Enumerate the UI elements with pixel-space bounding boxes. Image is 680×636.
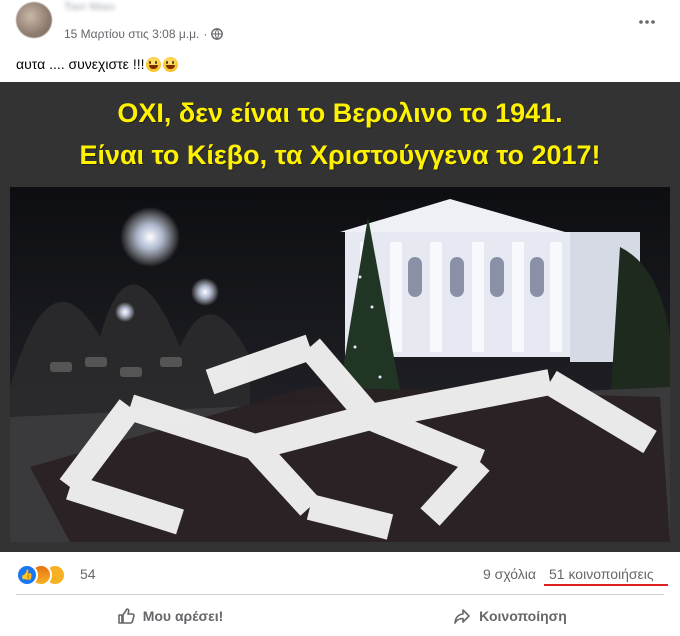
globe-icon [211, 28, 224, 40]
like-button[interactable]: Μου αρέσει! [0, 596, 340, 636]
author-name[interactable]: Τασ Νίκο [64, 0, 134, 10]
thumbs-up-icon [117, 608, 135, 624]
caption-text: αυτα .... συνεχιστε !!! [16, 56, 145, 72]
share-button[interactable]: Κοινοποίηση [340, 596, 680, 636]
reaction-count[interactable]: 54 [80, 566, 96, 582]
grinning-face-emoji-icon [146, 56, 162, 72]
post-timestamp[interactable]: 15 Μαρτίου στις 3:08 μ.μ. [64, 27, 199, 41]
post-actions: Μου αρέσει! Κοινοποίηση [0, 596, 680, 636]
red-underline-annotation [544, 584, 668, 586]
post-meta: 15 Μαρτίου στις 3:08 μ.μ. · [64, 27, 224, 41]
comments-count[interactable]: 9 σχόλια [483, 566, 536, 582]
like-icon: 👍 [16, 564, 38, 586]
more-options-icon[interactable] [635, 10, 659, 34]
author-avatar[interactable] [16, 2, 52, 38]
like-label: Μου αρέσει! [142, 608, 224, 624]
reaction-icons[interactable]: 👍 [16, 564, 72, 586]
post-caption: αυτα .... συνεχιστε !!! [16, 56, 179, 72]
share-arrow-icon [454, 609, 470, 624]
divider [16, 594, 664, 595]
grinning-face-emoji-icon [163, 56, 179, 72]
post-header: Τασ Νίκο 15 Μαρτίου στις 3:08 μ.μ. · [0, 0, 680, 48]
share-label: Κοινοποίηση [479, 608, 567, 624]
shares-count[interactable]: 51 κοινοποιήσεις [549, 566, 654, 582]
headline-line-2: Είναι το Κίεβο, τα Χριστούγγενα το 2017! [79, 140, 601, 170]
post-image[interactable]: ΟΧΙ, δεν είναι το Βερολινο το 1941. Είνα… [0, 82, 680, 552]
post-stats: 👍 54 9 σχόλια 51 κοινοποιήσεις [0, 556, 680, 594]
meta-separator: · [203, 27, 208, 41]
night-photo [10, 187, 670, 542]
image-headline: ΟΧΙ, δεν είναι το Βερολινο το 1941. Είνα… [0, 92, 680, 176]
headline-line-1: ΟΧΙ, δεν είναι το Βερολινο το 1941. [117, 98, 563, 128]
